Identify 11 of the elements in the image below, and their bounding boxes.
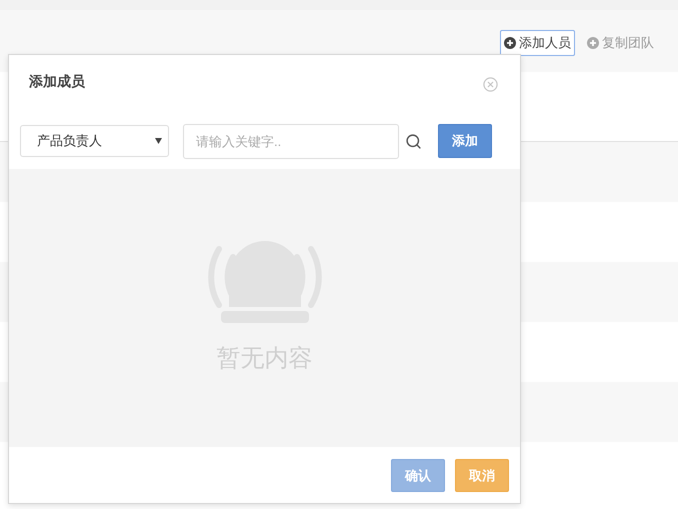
role-select[interactable]: 产品负责人	[20, 125, 169, 157]
dropdown-caret-icon	[155, 138, 162, 144]
toolbar-button[interactable]: 添加人员	[500, 30, 575, 56]
search-icon[interactable]	[405, 132, 422, 150]
plus-circle-icon	[504, 37, 516, 49]
plus-circle-icon	[587, 37, 599, 49]
dialog-title: 添加成员	[29, 72, 85, 91]
cancel-button[interactable]: 取消	[455, 459, 509, 492]
add-button[interactable]: 添加	[438, 124, 492, 158]
keyword-search-field[interactable]: 请输入关键字..	[183, 124, 399, 158]
toolbar-button[interactable]: 复制团队	[583, 30, 658, 56]
